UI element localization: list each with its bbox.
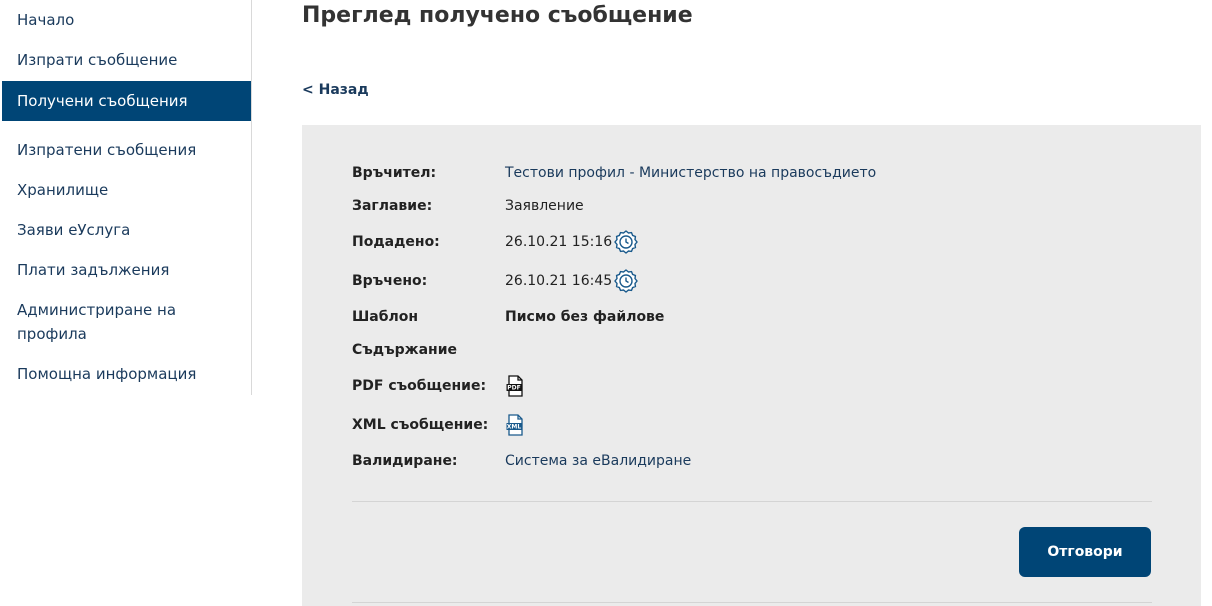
clock-icon[interactable] <box>614 269 639 293</box>
pdf-row: PDF съобщение: PDF <box>352 374 525 398</box>
sidebar-item-profile-admin[interactable]: Администриране на профила <box>2 298 192 346</box>
pdf-label: PDF съобщение: <box>352 378 487 394</box>
subject-row: Заглавие: Заявление <box>352 194 584 218</box>
sender-row: Връчител: Тестови профил - Министерство … <box>352 161 876 185</box>
delivered-row: Връчено: 26.10.21 16:45 <box>352 269 639 293</box>
validation-label: Валидиране: <box>352 453 458 469</box>
sidebar-item-received-messages[interactable]: Получени съобщения <box>2 81 251 121</box>
submitted-value: 26.10.21 15:16 <box>505 234 613 250</box>
validation-link[interactable]: Система за еВалидиране <box>505 453 691 469</box>
clock-icon[interactable] <box>614 230 639 254</box>
subject-label: Заглавие: <box>352 198 433 214</box>
xml-icon-text: XML <box>507 424 522 431</box>
pdf-icon-text: PDF <box>507 385 520 392</box>
delivered-value-wrap: 26.10.21 16:45 <box>505 269 639 293</box>
sidebar: Начало Изпрати съобщение Получени съобще… <box>0 0 252 395</box>
sidebar-item-sent-messages[interactable]: Изпратени съобщения <box>2 138 251 162</box>
content-row: Съдържание <box>352 338 505 362</box>
sidebar-item-send-message[interactable]: Изпрати съобщение <box>2 48 251 72</box>
template-row: Шаблон Писмо без файлове <box>352 305 664 329</box>
subject-value: Заявление <box>505 198 584 214</box>
sidebar-item-storage[interactable]: Хранилище <box>2 178 251 202</box>
page-title: Преглед получено съобщение <box>302 3 693 28</box>
sidebar-item-help[interactable]: Помощна информация <box>2 362 251 386</box>
delivered-label: Връчено: <box>352 273 428 289</box>
sidebar-item-home[interactable]: Начало <box>2 8 251 32</box>
sender-link[interactable]: Тестови профил - Министерство на правосъ… <box>505 165 876 181</box>
template-label: Шаблон <box>352 309 419 325</box>
reply-button[interactable]: Отговори <box>1019 527 1151 577</box>
template-value: Писмо без файлове <box>505 309 665 325</box>
validation-row: Валидиране: Система за еВалидиране <box>352 449 691 473</box>
xml-row: XML съобщение: XML <box>352 413 525 437</box>
pdf-file-icon[interactable]: PDF <box>505 375 525 397</box>
delivered-value: 26.10.21 16:45 <box>505 273 613 289</box>
sender-label: Връчител: <box>352 165 437 181</box>
submitted-label: Подадено: <box>352 234 440 250</box>
xml-file-icon[interactable]: XML <box>505 414 525 436</box>
content-label: Съдържание <box>352 342 457 358</box>
xml-label: XML съобщение: <box>352 417 489 433</box>
divider-bottom <box>352 602 1152 603</box>
submitted-value-wrap: 26.10.21 15:16 <box>505 230 639 254</box>
sidebar-item-request-eservice[interactable]: Заяви еУслуга <box>2 218 251 242</box>
divider <box>352 501 1152 502</box>
message-details-panel: Връчител: Тестови профил - Министерство … <box>302 125 1201 606</box>
sidebar-item-pay-obligations[interactable]: Плати задължения <box>2 258 251 282</box>
back-link[interactable]: < Назад <box>302 80 369 100</box>
submitted-row: Подадено: 26.10.21 15:16 <box>352 230 639 254</box>
